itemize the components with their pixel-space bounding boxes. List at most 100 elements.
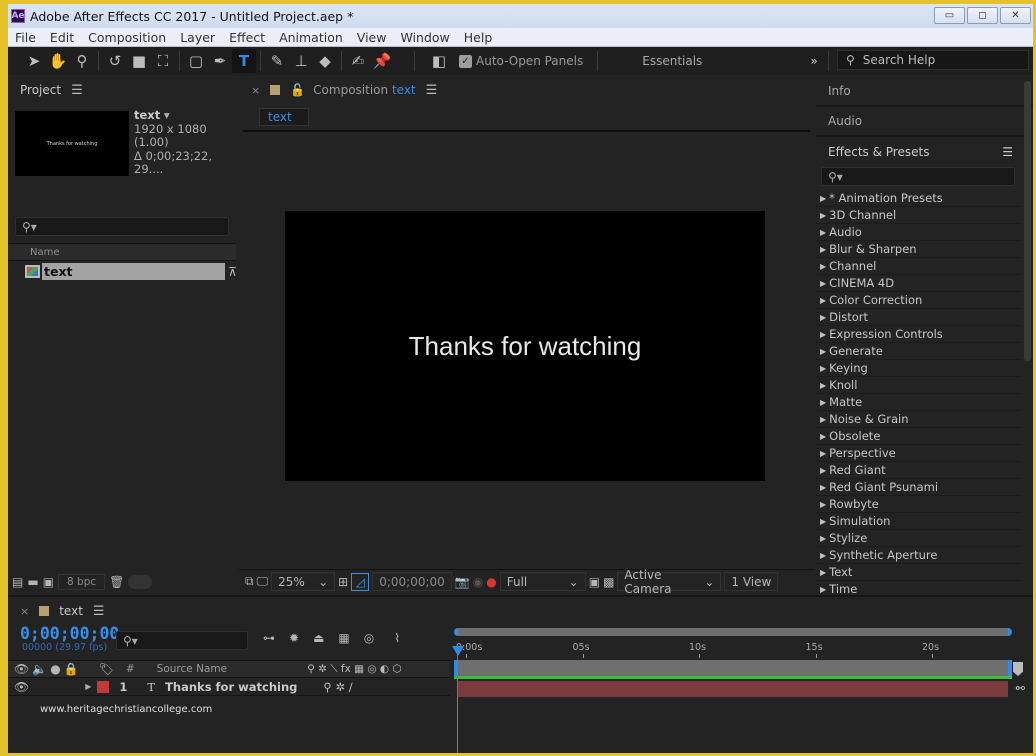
expand-arrow-icon[interactable]: ▶ bbox=[820, 466, 826, 475]
snapping-icon[interactable]: ◧ bbox=[427, 49, 451, 73]
menu-file[interactable]: File bbox=[8, 30, 43, 45]
expand-arrow-icon[interactable]: ▶ bbox=[820, 517, 826, 526]
brush-tool-icon[interactable]: ✎ bbox=[265, 49, 289, 73]
close-tab-icon[interactable]: × bbox=[251, 84, 260, 97]
layer-duration-bar[interactable] bbox=[458, 681, 1008, 697]
expand-arrow-icon[interactable]: ▶ bbox=[820, 262, 826, 271]
camera-tool-icon[interactable]: ■ bbox=[127, 49, 151, 73]
clone-stamp-tool-icon[interactable]: ⊥ bbox=[289, 49, 313, 73]
panel-menu-icon[interactable]: ☰ bbox=[426, 83, 438, 98]
workspace-overflow-icon[interactable]: » bbox=[810, 54, 817, 68]
effect-category[interactable]: ▶ Expression Controls bbox=[816, 326, 1021, 343]
effect-category[interactable]: ▶ Simulation bbox=[816, 513, 1021, 530]
dropdown-icon[interactable]: ▾ bbox=[164, 108, 170, 122]
expand-arrow-icon[interactable]: ▶ bbox=[85, 682, 91, 691]
trash-icon[interactable]: 🗑 bbox=[109, 575, 124, 589]
playhead-handle[interactable] bbox=[452, 646, 464, 656]
effect-category[interactable]: ▶ Red Giant bbox=[816, 462, 1021, 479]
panel-menu-icon[interactable]: ☰ bbox=[1002, 145, 1013, 159]
new-folder-icon[interactable]: ▬ bbox=[27, 575, 38, 589]
region-of-interest-icon[interactable]: ▣ bbox=[589, 575, 600, 589]
effect-category[interactable]: ▶ Obsolete bbox=[816, 428, 1021, 445]
selection-tool-icon[interactable]: ➤ bbox=[22, 49, 46, 73]
audio-panel-tab[interactable]: Audio bbox=[816, 107, 1033, 137]
magnification-select[interactable]: 25% ⌄ bbox=[271, 572, 336, 591]
navigator-bar[interactable] bbox=[454, 628, 1012, 636]
menu-effect[interactable]: Effect bbox=[222, 30, 272, 45]
mask-visibility-icon[interactable]: ◿ bbox=[351, 572, 370, 591]
new-composition-icon[interactable]: ▣ bbox=[43, 575, 54, 589]
pen-tool-icon[interactable]: ✒ bbox=[208, 49, 232, 73]
effect-category[interactable]: ▶ Blur & Sharpen bbox=[816, 241, 1021, 258]
expand-arrow-icon[interactable]: ▶ bbox=[820, 245, 826, 254]
expand-arrow-icon[interactable]: ▶ bbox=[820, 364, 826, 373]
layer-label-color[interactable] bbox=[97, 680, 110, 693]
info-panel-tab[interactable]: Info bbox=[816, 77, 1033, 107]
expand-arrow-icon[interactable]: ▶ bbox=[820, 585, 826, 594]
menu-window[interactable]: Window bbox=[393, 30, 456, 45]
expand-arrow-icon[interactable]: ▶ bbox=[820, 279, 826, 288]
search-help-input[interactable]: ⚲ Search Help bbox=[837, 50, 1029, 70]
restore-button[interactable]: ◻ bbox=[967, 7, 998, 24]
audio-icon[interactable]: 🔈 bbox=[32, 662, 47, 676]
project-item-row[interactable]: text ⊼ bbox=[25, 263, 237, 280]
label-icon[interactable]: 🏷 bbox=[99, 662, 114, 676]
video-visibility-icon[interactable]: 👁 bbox=[14, 680, 29, 694]
layer-name[interactable]: Thanks for watching bbox=[165, 680, 297, 694]
expand-arrow-icon[interactable]: ▶ bbox=[820, 432, 826, 441]
expand-arrow-icon[interactable]: ▶ bbox=[820, 483, 826, 492]
camera-select[interactable]: Active Camera ⌄ bbox=[617, 568, 722, 596]
auto-open-checkbox[interactable]: ✓ bbox=[459, 54, 472, 68]
menu-layer[interactable]: Layer bbox=[173, 30, 222, 45]
effect-category[interactable]: ▶ Stylize bbox=[816, 530, 1021, 547]
expand-arrow-icon[interactable]: ▶ bbox=[820, 449, 826, 458]
zoom-tool-icon[interactable]: ⚲ bbox=[70, 49, 94, 73]
expand-arrow-icon[interactable]: ▶ bbox=[820, 330, 826, 339]
effect-category[interactable]: ▶ Keying bbox=[816, 360, 1021, 377]
lock-icon[interactable]: 🔓 bbox=[290, 83, 305, 97]
effect-category[interactable]: ▶ Red Giant Psunami bbox=[816, 479, 1021, 496]
rectangle-tool-icon[interactable]: ▢ bbox=[184, 49, 208, 73]
effect-category[interactable]: ▶ Audio bbox=[816, 224, 1021, 241]
resolution-select[interactable]: Full ⌄ bbox=[499, 572, 586, 591]
menu-edit[interactable]: Edit bbox=[43, 30, 81, 45]
expand-arrow-icon[interactable]: ▶ bbox=[820, 296, 826, 305]
minimize-button[interactable]: ▭ bbox=[934, 7, 965, 24]
view-layout-select[interactable]: 1 View bbox=[724, 572, 779, 591]
expand-arrow-icon[interactable]: ▶ bbox=[820, 534, 826, 543]
close-tab-icon[interactable]: × bbox=[20, 605, 29, 618]
time-ruler[interactable]: 0:00s 05s 10s 15s 20s ⚯ bbox=[450, 624, 1025, 753]
menu-help[interactable]: Help bbox=[457, 30, 500, 45]
effect-category[interactable]: ▶ Distort bbox=[816, 309, 1021, 326]
composition-mini-flowchart-icon[interactable]: ⊶ bbox=[263, 631, 275, 645]
menu-animation[interactable]: Animation bbox=[272, 30, 350, 45]
expand-arrow-icon[interactable]: ▶ bbox=[820, 500, 826, 509]
effect-category[interactable]: ▶ Noise & Grain bbox=[816, 411, 1021, 428]
composition-canvas[interactable]: Thanks for watching bbox=[285, 211, 765, 481]
pan-behind-tool-icon[interactable]: ⛶ bbox=[151, 49, 175, 73]
effect-category[interactable]: ▶ Rowbyte bbox=[816, 496, 1021, 513]
lock-icon[interactable]: 🔒 bbox=[64, 662, 79, 676]
expand-arrow-icon[interactable]: ▶ bbox=[820, 313, 826, 322]
effect-category[interactable]: ▶ Perspective bbox=[816, 445, 1021, 462]
expand-arrow-icon[interactable]: ▶ bbox=[820, 415, 826, 424]
monitor-icon[interactable]: 🖵 bbox=[257, 574, 269, 589]
work-area-bar[interactable] bbox=[454, 660, 1012, 676]
expand-arrow-icon[interactable]: ▶ bbox=[820, 228, 826, 237]
type-tool-icon[interactable]: T bbox=[232, 49, 256, 73]
menu-view[interactable]: View bbox=[350, 30, 394, 45]
effects-search-input[interactable]: ⚲▾ bbox=[821, 167, 1015, 186]
roto-brush-tool-icon[interactable]: ✍ bbox=[346, 49, 370, 73]
current-time-display[interactable]: 0;00;00;00 bbox=[372, 572, 452, 591]
solo-icon[interactable]: ● bbox=[50, 662, 60, 676]
composition-breadcrumb[interactable]: text bbox=[259, 108, 309, 126]
panel-menu-icon[interactable]: ☰ bbox=[93, 604, 105, 619]
video-visibility-icon[interactable]: 👁 bbox=[14, 662, 29, 676]
show-snapshot-icon[interactable]: ◉ bbox=[473, 575, 483, 589]
project-search-input[interactable]: ⚲▾ bbox=[15, 217, 229, 236]
interpret-footage-icon[interactable]: ▤ bbox=[12, 575, 23, 589]
name-column[interactable]: Name bbox=[30, 247, 60, 258]
effect-category[interactable]: ▶ Channel bbox=[816, 258, 1021, 275]
bit-depth-button[interactable]: 8 bpc bbox=[58, 574, 106, 590]
expand-arrow-icon[interactable]: ▶ bbox=[820, 347, 826, 356]
